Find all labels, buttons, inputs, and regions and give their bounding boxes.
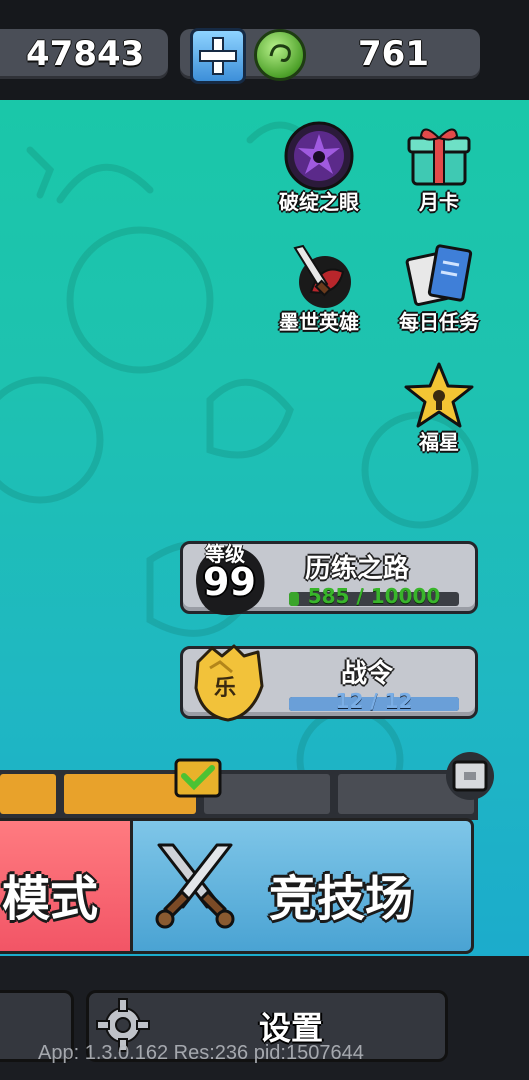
menu-ink-hero[interactable]: 墨世英雄	[264, 240, 374, 335]
debug-info-text: App: 1.3.0.162 Res:236 pid:1507644	[38, 1042, 364, 1064]
crossed-swords-icon	[155, 843, 235, 929]
progress-segment	[0, 774, 56, 814]
battle-pass-badge-icon: 乐	[188, 640, 266, 722]
trial-road-progress-text: 585 / 10000	[307, 584, 441, 608]
top-currency-bar: 47843 761	[0, 0, 529, 100]
battle-pass-badge-glyph: 乐	[214, 676, 237, 701]
mode-button-left[interactable]: 模式	[0, 818, 132, 954]
mode-left-label: 模式	[2, 871, 99, 927]
menu-lucky-star[interactable]: 福星	[384, 360, 494, 455]
battle-pass-progress-text: 12 / 12	[335, 689, 413, 713]
trial-road-progress-bar: 585 / 10000	[289, 584, 459, 608]
battle-pass-title: 战令	[341, 659, 394, 689]
gem-icon	[254, 29, 306, 81]
reward-chest-locked-button[interactable]	[442, 750, 498, 800]
ink-blade-icon	[283, 240, 355, 312]
chest-check-icon	[174, 758, 222, 798]
trial-road-title: 历练之路	[305, 554, 410, 584]
plus-icon	[199, 37, 237, 75]
reward-chest-claimed-button[interactable]	[170, 750, 226, 800]
mode-progress-bar	[0, 770, 478, 820]
level-badge: 等级 99	[192, 540, 272, 620]
battle-pass-progress-bar: 12 / 12	[289, 689, 459, 713]
level-value: 99	[203, 560, 256, 604]
menu-monthly-card[interactable]: 月卡	[384, 120, 494, 215]
chest-icon	[446, 752, 494, 800]
gem-amount: 761	[358, 34, 429, 74]
menu-daily-tasks[interactable]: 每日任务	[384, 240, 494, 335]
gift-box-icon	[403, 120, 475, 192]
arena-button[interactable]: 竞技场	[130, 818, 474, 954]
arena-label: 竞技场	[269, 871, 414, 927]
gold-counter: 47843	[0, 29, 168, 79]
add-gems-button[interactable]	[190, 28, 246, 84]
task-cards-icon	[403, 240, 475, 312]
dark-eye-icon	[283, 120, 355, 192]
gold-amount: 47843	[26, 34, 145, 74]
menu-weak-eye[interactable]: 破绽之眼	[264, 120, 374, 215]
lucky-star-icon	[403, 360, 475, 432]
